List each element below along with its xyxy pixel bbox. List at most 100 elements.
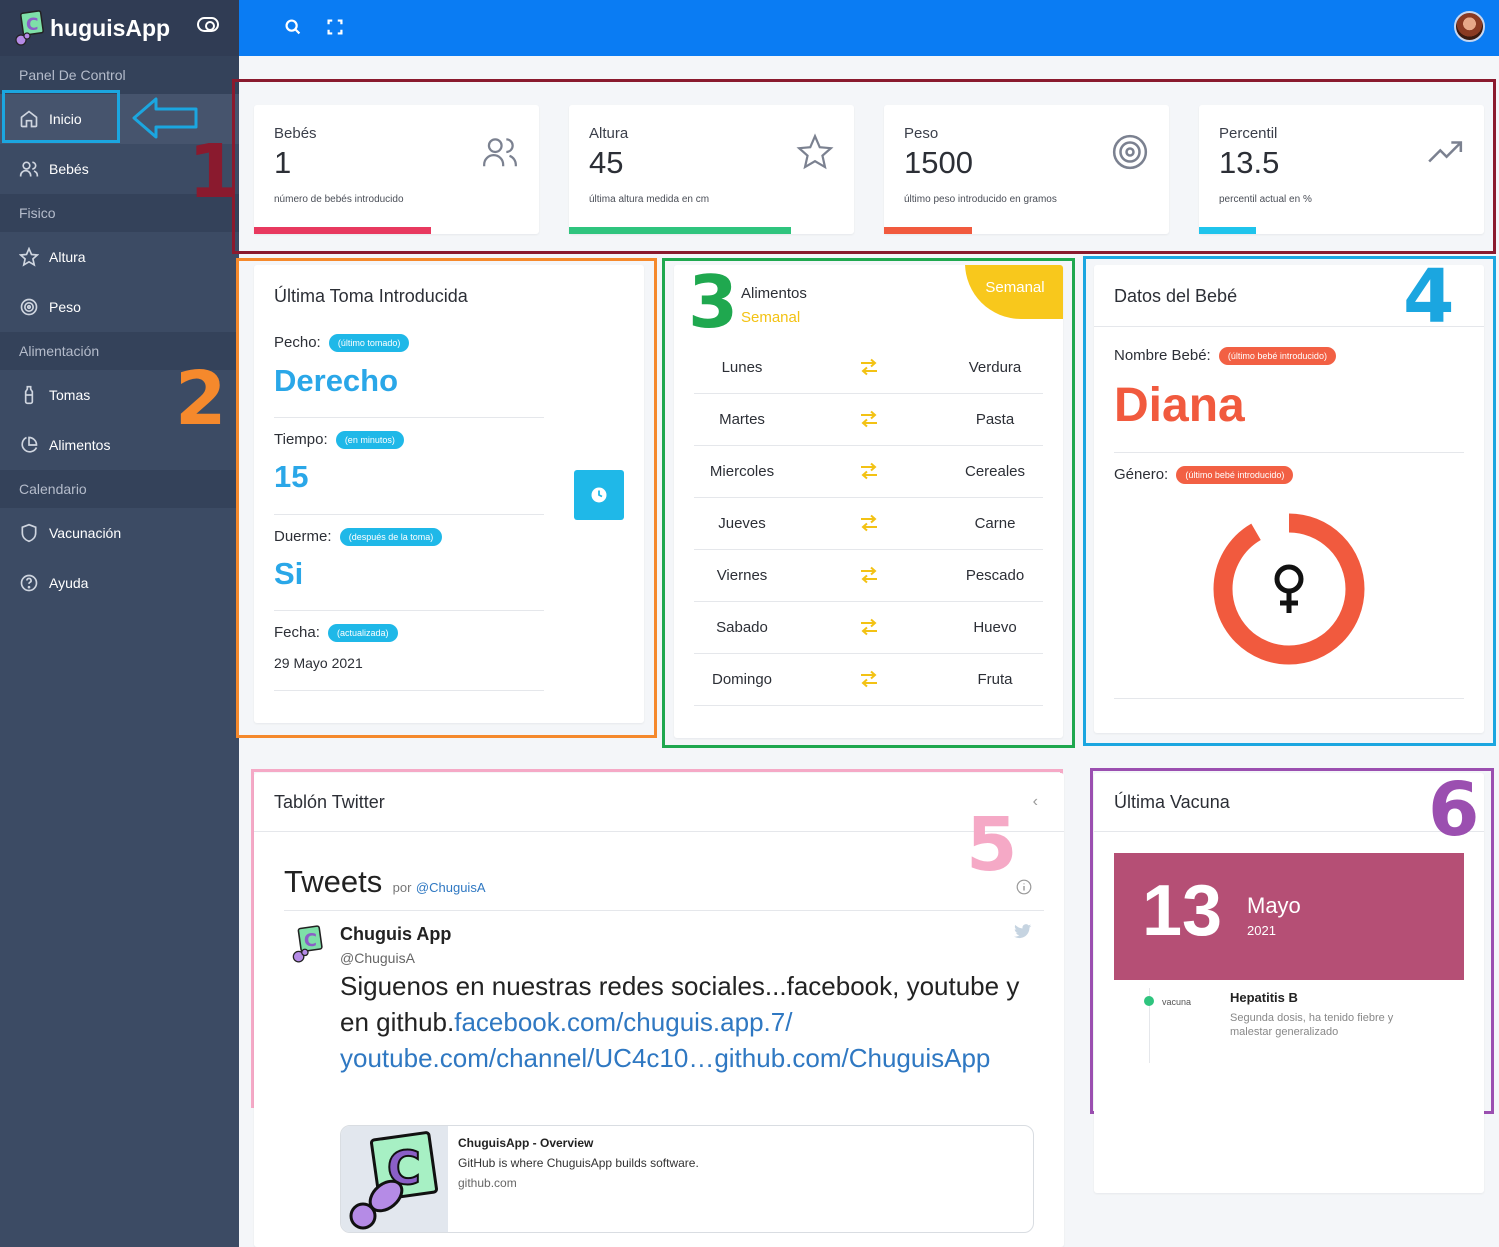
annotation-number-2: 2: [175, 356, 227, 442]
semanal-ribbon: Semanal: [965, 265, 1063, 319]
alimentos-food: Verdura: [968, 359, 1022, 376]
sidebar-item-label: Peso: [49, 299, 81, 315]
tweet-text: Siguenos en nuestras redes sociales...fa…: [340, 968, 1040, 1076]
fecha-label-text: Fecha:: [274, 624, 320, 641]
swap-icon: [861, 566, 877, 584]
vacuna-title: Última Vacuna: [1114, 792, 1230, 812]
genero-label: Género: (último bebé introducido): [1114, 466, 1294, 485]
sidebar-toggle-icon[interactable]: [197, 17, 219, 32]
vacuna-year: 2021: [1247, 923, 1276, 938]
sidebar-item-label: Inicio: [49, 111, 82, 127]
stat-desc: último peso introducido en gramos: [904, 194, 1057, 205]
annotation-number-1: 1: [188, 129, 240, 215]
annotation-number-3: 3: [688, 260, 739, 344]
sidebar-item-ayuda[interactable]: Ayuda: [0, 558, 239, 608]
brand[interactable]: C huguisApp: [0, 0, 239, 56]
divider: [1114, 452, 1464, 453]
search-icon[interactable]: [282, 16, 304, 38]
section-panel: Panel De Control: [0, 56, 239, 94]
tweet-link-facebook[interactable]: facebook.com/chuguis.app.7/: [454, 1007, 792, 1037]
nombre-pill: (último bebé introducido): [1218, 347, 1336, 366]
annotation-number-5: 5: [966, 802, 1018, 888]
tweets-handle-link[interactable]: @ChuguisA: [416, 880, 486, 895]
stat-card-percentil[interactable]: Percentil 13.5 percentil actual en %: [1199, 105, 1484, 234]
svg-text:C: C: [304, 930, 317, 951]
tweet-author-name[interactable]: Chuguis App: [340, 924, 451, 945]
stat-card-altura[interactable]: Altura 45 última altura medida en cm: [569, 105, 854, 234]
preview-domain: github.com: [458, 1176, 517, 1190]
target-icon: [19, 297, 39, 317]
alimentos-row: Miercoles Cereales: [694, 446, 1043, 498]
sidebar-item-peso[interactable]: Peso: [0, 282, 239, 332]
stat-progress-bar: [884, 227, 973, 234]
users-icon: [19, 159, 39, 179]
sidebar-item-altura[interactable]: Altura: [0, 232, 239, 282]
fecha-pill: (actualizada): [328, 624, 398, 643]
clock-button[interactable]: [574, 470, 624, 520]
stat-value: 1: [274, 145, 292, 180]
swap-icon: [861, 514, 877, 532]
swap-icon: [861, 618, 877, 636]
divider: [284, 910, 1044, 911]
stat-label: Percentil: [1219, 125, 1278, 142]
alimentos-day: Martes: [719, 411, 765, 428]
alimentos-food: Carne: [974, 515, 1016, 532]
fecha-label: Fecha: (actualizada): [274, 624, 398, 643]
tiempo-label: Tiempo: (en minutos): [274, 431, 404, 450]
fecha-value: 29 Mayo 2021: [274, 655, 363, 671]
genero-pill: (último bebé introducido): [1176, 466, 1294, 485]
chevron-left-icon[interactable]: ‹: [1033, 793, 1038, 811]
tiempo-label-text: Tiempo:: [274, 431, 328, 448]
alimentos-day: Miercoles: [709, 463, 775, 480]
sidebar-item-label: Ayuda: [49, 575, 89, 591]
bottle-icon: [19, 385, 39, 405]
shield-icon: [19, 523, 39, 543]
alimentos-row: Lunes Verdura: [694, 342, 1043, 394]
toma-card: Última Toma Introducida Pecho: (último t…: [254, 265, 644, 723]
vacuna-tag: vacuna: [1162, 997, 1192, 1007]
sidebar-item-vacunacion[interactable]: Vacunación: [0, 508, 239, 558]
sidebar-item-label: Altura: [49, 249, 86, 265]
sidebar-item-label: Vacunación: [49, 525, 122, 541]
avatar[interactable]: [1454, 11, 1485, 42]
divider: [274, 690, 544, 691]
vacuna-desc: Segunda dosis, ha tenido fiebre y malest…: [1230, 1012, 1394, 1038]
stat-card-bebes[interactable]: Bebés 1 número de bebés introducido: [254, 105, 539, 234]
alimentos-day: Domingo: [711, 671, 773, 688]
swap-icon: [861, 462, 877, 480]
twitter-bird-icon: [1014, 924, 1032, 939]
pecho-pill: (último tomado): [328, 334, 410, 353]
sidebar-item-label: Bebés: [49, 161, 89, 177]
alimentos-row: Jueves Carne: [694, 498, 1043, 550]
link-preview-card[interactable]: C ChuguisApp - Overview GitHub is where …: [340, 1125, 1034, 1233]
alimentos-title: Alimentos: [741, 285, 807, 302]
tiempo-value: 15: [274, 459, 309, 494]
vacuna-card: Última Vacuna 13 Mayo 2021 vacuna Hepati…: [1094, 773, 1484, 1193]
nombre-label: Nombre Bebé: (último bebé introducido): [1114, 347, 1336, 366]
stat-label: Altura: [589, 125, 629, 142]
toma-title: Última Toma Introducida: [274, 286, 468, 306]
alimentos-subtitle: Semanal: [741, 309, 801, 326]
stat-label: Peso: [904, 125, 939, 142]
fullscreen-icon[interactable]: [324, 16, 346, 38]
vacuna-date-banner: 13 Mayo 2021: [1114, 853, 1464, 980]
stat-card-peso[interactable]: Peso 1500 último peso introducido en gra…: [884, 105, 1169, 234]
divider: [274, 610, 544, 611]
stat-value: 1500: [904, 145, 973, 180]
duerme-label: Duerme: (después de la toma): [274, 528, 443, 547]
alimentos-day: Sabado: [716, 619, 768, 636]
tweet-author-handle[interactable]: @ChuguisA: [340, 950, 415, 966]
divider: [1094, 831, 1484, 832]
tweet-avatar-icon[interactable]: C: [286, 923, 328, 965]
female-icon: [1274, 564, 1304, 613]
alimentos-food: Huevo: [973, 619, 1017, 636]
preview-desc: GitHub is where ChuguisApp builds softwa…: [458, 1156, 699, 1170]
tweet-link-youtube-github[interactable]: youtube.com/channel/UC4c10…github.com/Ch…: [340, 1043, 990, 1073]
divider: [1114, 698, 1464, 699]
info-icon[interactable]: [1016, 879, 1032, 895]
duerme-pill: (después de la toma): [339, 528, 443, 547]
tweets-header: Tweets por @ChuguisA: [284, 864, 486, 900]
tiempo-pill: (en minutos): [335, 431, 404, 450]
alimentos-food: Pasta: [975, 411, 1015, 428]
target-icon: [1112, 134, 1148, 170]
